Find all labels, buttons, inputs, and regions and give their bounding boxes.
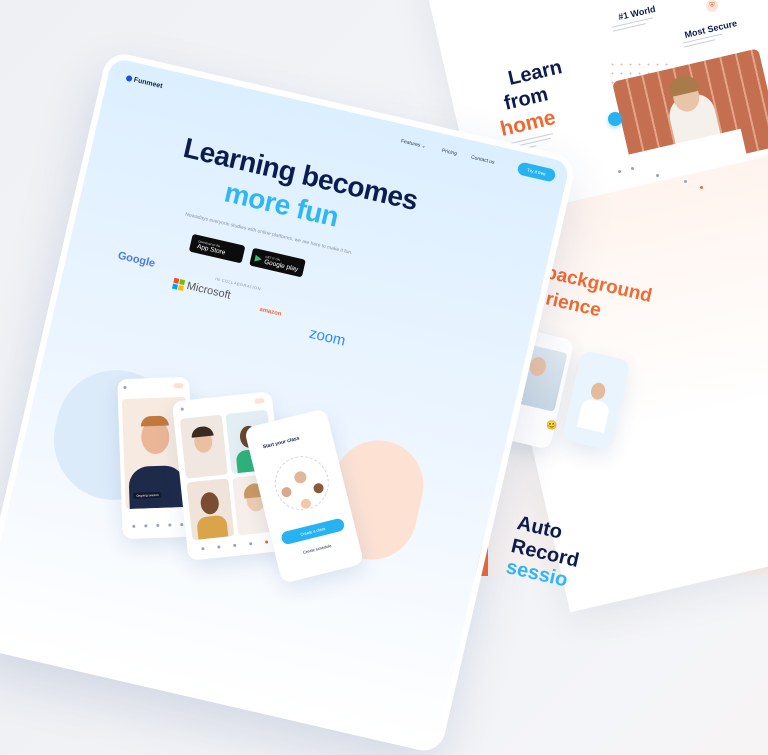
nav-pricing[interactable]: Pricing [441,148,457,157]
logo-icon [125,75,133,83]
microsoft-icon [172,277,186,291]
screen-icon[interactable] [656,174,659,177]
camera-icon[interactable] [144,524,148,528]
chevron-down-icon: ⌄ [420,143,427,150]
more-icon[interactable] [180,523,184,527]
mic-icon[interactable] [201,547,205,551]
end-icon[interactable] [264,540,269,544]
student-face-2 [589,381,607,402]
app-store-button[interactable]: Download on the App Store [188,233,246,264]
nav-features-label: Features [400,138,421,149]
start-class-title: Start your class [262,435,301,451]
caller-hair [140,415,169,427]
phone-status-bar [123,382,184,391]
chat-icon[interactable] [168,523,172,527]
brand-logo[interactable]: Funmeet [125,75,163,90]
google-play-button[interactable]: ▶ GET IT ON Google play [249,247,306,278]
partner-google: Google [116,249,157,270]
end-icon[interactable] [700,186,703,189]
chat-icon[interactable] [684,180,687,183]
screen-icon[interactable] [233,543,237,548]
mic-icon[interactable] [618,170,621,173]
student-body-2 [576,397,611,434]
brand-name: Funmeet [133,76,164,91]
shield-icon: ⛨ [706,0,718,12]
participant-1 [179,414,228,479]
screen-icon[interactable] [156,523,160,528]
partner-zoom: zoom [307,324,348,350]
participant-3 [186,478,235,541]
mic-icon[interactable] [132,524,136,528]
caller-name-tag: Ongoing session [133,491,162,499]
camera-icon[interactable] [631,167,634,170]
chat-icon[interactable] [249,542,253,546]
nav-features[interactable]: Features ⌄ [400,138,426,150]
caller-shirt [128,465,186,509]
video-chat-button[interactable] [608,112,622,126]
play-icon: ▶ [254,252,264,264]
nav-contact[interactable]: Contact us [470,155,495,166]
partner-amazon: amazon [258,306,282,318]
try-free-button[interactable]: Try it free [516,161,557,183]
camera-icon[interactable] [217,545,221,549]
emoji-icon: 😊 [546,420,558,430]
